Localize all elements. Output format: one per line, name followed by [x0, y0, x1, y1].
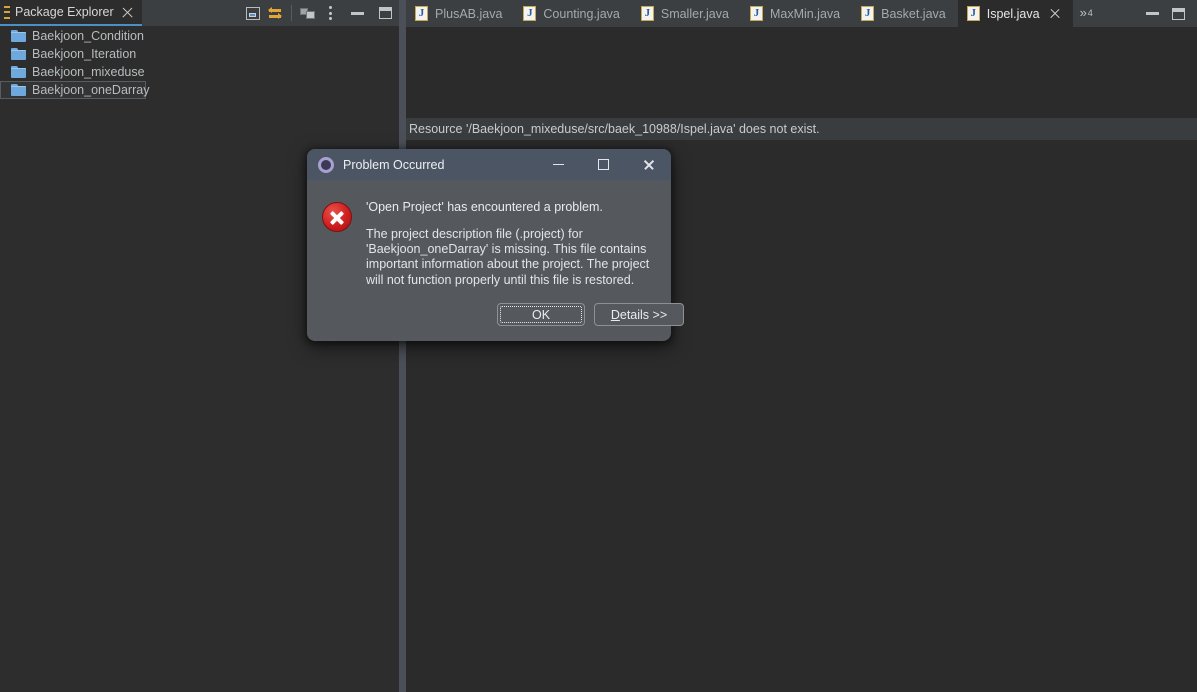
java-file-icon — [640, 6, 654, 21]
editor-tab-label: MaxMin.java — [769, 6, 841, 21]
ok-button[interactable]: OK — [497, 303, 585, 326]
editor-tab-label: Ispel.java — [986, 6, 1040, 21]
vertical-ellipsis-icon — [328, 6, 332, 20]
dialog-heading: 'Open Project' has encountered a problem… — [366, 200, 603, 214]
tree-item-baekjoon-iteration[interactable]: Baekjoon_Iteration — [0, 45, 399, 63]
dialog-title: Problem Occurred — [343, 157, 445, 172]
dialog-body: 'Open Project' has encountered a problem… — [307, 180, 671, 288]
dialog-window-controls — [536, 149, 671, 180]
tree-item-baekjoon-onedarray[interactable]: Baekjoon_oneDarray — [0, 81, 150, 99]
tree-item-baekjoon-condition[interactable]: Baekjoon_Condition — [0, 27, 399, 45]
restore-editor-button[interactable] — [1139, 0, 1165, 27]
view-toolbar-group-menu — [295, 0, 343, 26]
resource-message-bar: Resource '/Baekjoon_mixeduse/src/baek_10… — [406, 118, 1197, 140]
grip-dots-icon — [4, 5, 10, 19]
toolbar-separator — [291, 5, 292, 21]
folder-icon — [11, 84, 26, 96]
close-icon[interactable] — [121, 6, 134, 19]
maximize-icon — [598, 159, 609, 170]
dialog-minimize-button[interactable] — [536, 149, 581, 180]
tree-item-label: Baekjoon_oneDarray — [32, 83, 150, 97]
folder-icon — [11, 66, 26, 78]
editor-area: PlusAB.java Counting.java Smaller.java M… — [406, 0, 1197, 692]
dialog-text-block: 'Open Project' has encountered a problem… — [366, 198, 649, 288]
editor-tab-basket[interactable]: Basket.java — [852, 0, 958, 27]
view-more-button[interactable] — [319, 2, 341, 24]
collapse-all-button[interactable] — [242, 2, 264, 24]
minimize-view-button[interactable] — [343, 2, 371, 24]
project-tree: Baekjoon_Condition Baekjoon_Iteration Ba… — [0, 26, 399, 692]
java-file-icon — [415, 6, 428, 21]
java-file-icon — [523, 6, 537, 21]
resource-message-text: Resource '/Baekjoon_mixeduse/src/baek_10… — [409, 122, 820, 136]
maximize-view-button[interactable] — [371, 2, 399, 24]
editor-tab-label: PlusAB.java — [435, 6, 503, 21]
java-file-icon — [749, 6, 763, 21]
editor-tab-smaller[interactable]: Smaller.java — [632, 0, 741, 27]
view-menu-button[interactable] — [297, 2, 319, 24]
folder-icon — [11, 48, 26, 60]
maximize-icon — [1171, 7, 1185, 20]
view-toolbar — [240, 0, 399, 26]
minimize-icon — [1145, 12, 1159, 15]
overflow-count: 4 — [1087, 8, 1093, 18]
error-circle-icon — [322, 202, 352, 232]
panel-sash[interactable] — [399, 0, 406, 692]
editor-tab-label: Smaller.java — [660, 6, 729, 21]
workbench: Package Explorer Baekjoon_Condition Baek… — [0, 0, 1197, 692]
editor-window-controls — [1139, 0, 1197, 27]
package-explorer-view: Package Explorer Baekjoon_Condition Baek… — [0, 0, 399, 692]
details-button-mnemonic: D — [610, 307, 620, 322]
dialog-button-bar: OK Details >> — [0, 303, 1197, 326]
editor-tab-maxmin[interactable]: MaxMin.java — [741, 0, 852, 27]
minimize-icon — [350, 11, 364, 15]
collapse-all-icon — [246, 6, 260, 20]
editor-tab-counting[interactable]: Counting.java — [514, 0, 631, 27]
java-file-icon — [966, 6, 980, 21]
editor-tab-plusab[interactable]: PlusAB.java — [406, 0, 514, 27]
editor-tab-overflow-button[interactable]: » 4 — [1073, 0, 1100, 27]
editor-tabbar: PlusAB.java Counting.java Smaller.java M… — [406, 0, 1197, 27]
tree-item-label: Baekjoon_Iteration — [32, 47, 137, 61]
view-toolbar-group-primary — [240, 0, 288, 26]
tree-item-label: Baekjoon_mixeduse — [32, 65, 145, 79]
folder-icon — [11, 30, 26, 42]
dialog-close-button[interactable] — [626, 149, 671, 180]
editor-tab-label: Basket.java — [881, 6, 946, 21]
close-icon — [643, 159, 655, 171]
dialog-titlebar: Problem Occurred — [307, 149, 671, 180]
editor-tab-label: Counting.java — [543, 6, 620, 21]
eclipse-gear-icon — [318, 156, 334, 173]
maximize-editor-button[interactable] — [1165, 0, 1191, 27]
java-file-icon — [861, 6, 875, 21]
tree-item-label: Baekjoon_Condition — [32, 29, 144, 43]
ok-button-label: OK — [531, 307, 551, 322]
tree-item-baekjoon-mixeduse[interactable]: Baekjoon_mixeduse — [0, 63, 399, 81]
link-with-editor-button[interactable] — [264, 2, 286, 24]
maximize-icon — [378, 7, 392, 19]
details-button-label: etails >> — [619, 307, 668, 322]
close-icon[interactable] — [1049, 8, 1061, 20]
package-presentation-icon — [300, 6, 316, 20]
link-with-editor-icon — [267, 6, 283, 20]
chevron-double-right-icon: » — [1079, 5, 1087, 20]
editor-tab-ispel[interactable]: Ispel.java — [957, 0, 1073, 27]
minimize-icon — [553, 163, 564, 166]
dialog-maximize-button[interactable] — [581, 149, 626, 180]
details-button[interactable]: Details >> — [594, 303, 684, 326]
view-tab-package-explorer[interactable]: Package Explorer — [0, 0, 142, 26]
dialog-message: The project description file (.project) … — [366, 227, 650, 287]
view-tab-label: Package Explorer — [15, 5, 114, 19]
